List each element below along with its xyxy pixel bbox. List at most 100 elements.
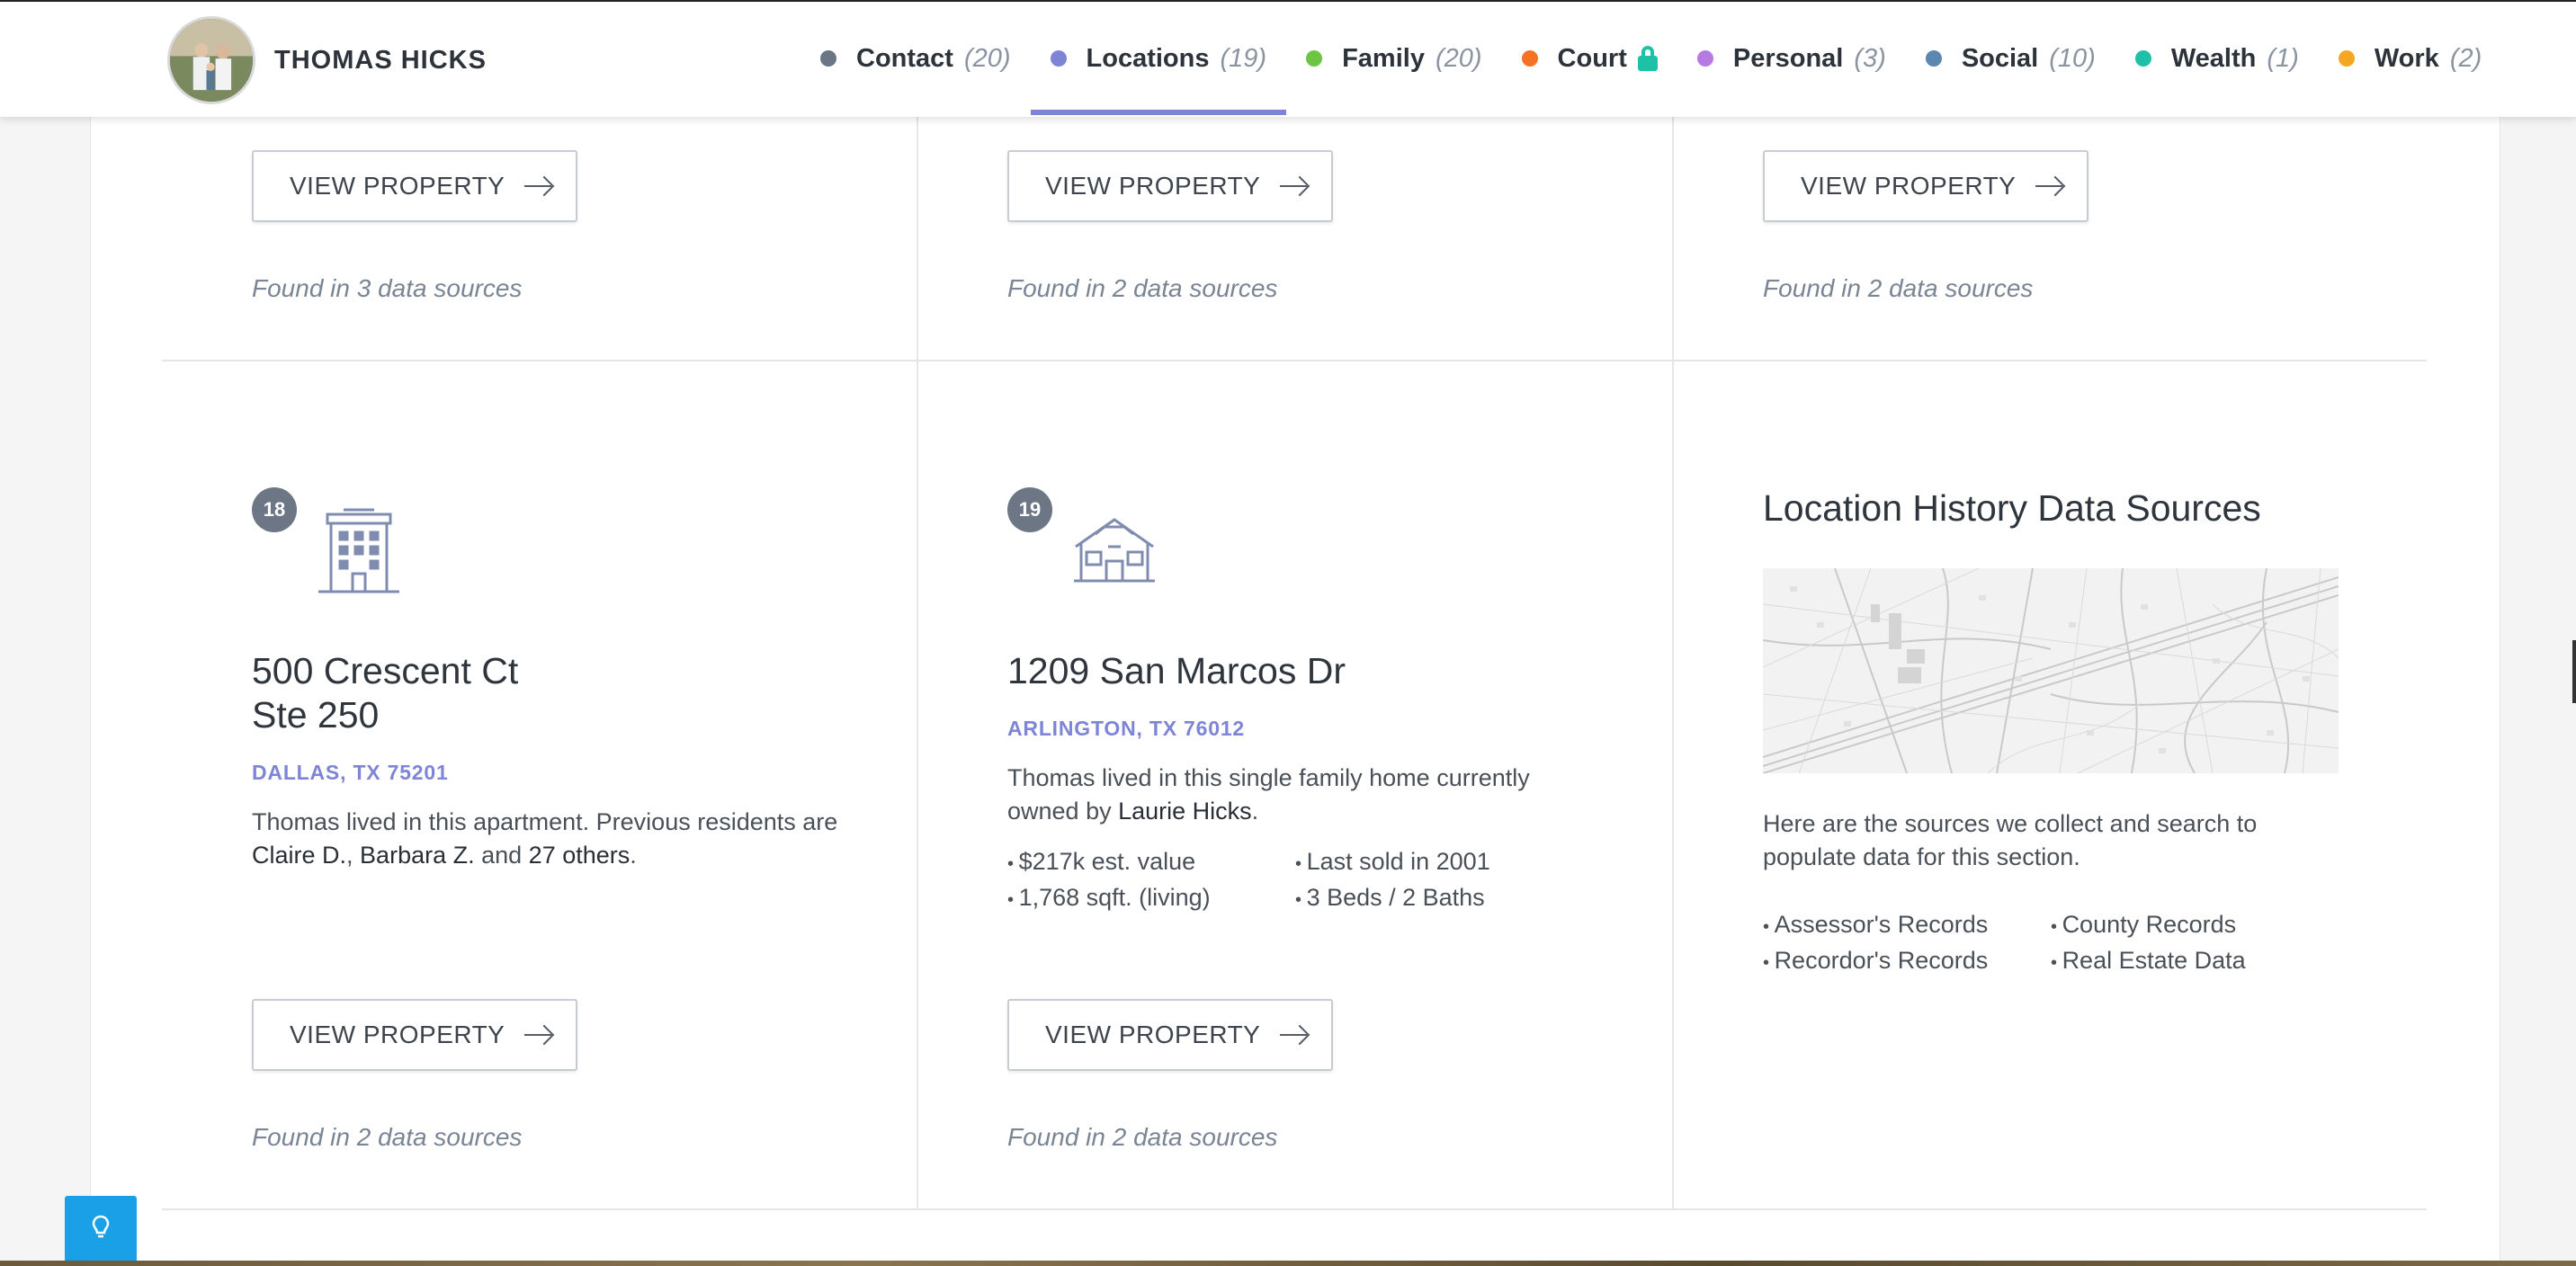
other-residents-link[interactable]: 27 others: [529, 842, 631, 869]
help-button[interactable]: [65, 1196, 137, 1266]
address-line2: Ste 250: [252, 694, 380, 736]
map-image: [1763, 568, 2339, 773]
family-dot-icon: [1306, 50, 1323, 67]
arrow-right-icon: [1280, 175, 1309, 197]
arrow-right-icon: [2035, 175, 2064, 197]
separator-text: ,: [346, 842, 361, 869]
fact-item: $217k est. value: [1007, 845, 1295, 881]
city-state-zip: DALLAS, TX 75201: [252, 761, 449, 784]
column-divider: [1672, 117, 1674, 1210]
tab-count: (20): [963, 43, 1011, 73]
data-sources-description: Here are the sources we collect and sear…: [1763, 810, 2258, 870]
view-property-button[interactable]: VIEW PROPERTY: [252, 150, 577, 222]
personal-dot-icon: [1696, 50, 1713, 67]
address-line1: 500 Crescent Ct: [252, 650, 519, 691]
tab-count: (19): [1220, 43, 1267, 73]
tab-family[interactable]: Family (20): [1286, 2, 1501, 115]
locations-dot-icon: [1050, 50, 1067, 67]
description-text: Thomas lived in this single family home …: [1007, 764, 1530, 825]
source-item: Recordor's Records: [1763, 944, 2051, 980]
social-dot-icon: [1925, 50, 1942, 67]
previous-resident[interactable]: Barbara Z.: [360, 842, 475, 869]
tab-label: Family: [1342, 43, 1425, 73]
tab-label: Personal: [1732, 43, 1844, 73]
bottom-edge: [0, 1261, 2576, 1266]
source-item: Real Estate Data: [2051, 944, 2285, 980]
location-number-badge: 18: [252, 487, 297, 532]
tab-count: (3): [1854, 43, 1886, 73]
tab-count: (10): [2049, 43, 2096, 73]
address-title[interactable]: 1209 San Marcos Dr: [1007, 649, 1346, 693]
data-sources-title: Location History Data Sources: [1763, 487, 2261, 529]
tab-count: (2): [2449, 43, 2482, 73]
avatar[interactable]: [167, 16, 255, 104]
property-owner[interactable]: Laurie Hicks: [1118, 798, 1252, 825]
category-nav: Contact (20) Locations (19) Family (20) …: [801, 2, 2501, 115]
data-sources-count: Found in 2 data sources: [1007, 1123, 1278, 1151]
tab-label: Contact: [856, 43, 953, 73]
lightbulb-icon: [92, 1215, 110, 1247]
person-name: THOMAS HICKS: [274, 46, 487, 75]
tab-count: (20): [1435, 43, 1482, 73]
view-property-button[interactable]: VIEW PROPERTY: [252, 999, 577, 1071]
description-text: Thomas lived in this apartment. Previous…: [252, 808, 838, 835]
previous-resident[interactable]: Claire D.: [252, 842, 346, 869]
arrow-right-icon: [524, 175, 553, 197]
tab-count: (1): [2267, 43, 2299, 73]
house-icon: [1072, 516, 1157, 589]
tab-contact[interactable]: Contact (20): [801, 2, 1031, 115]
button-label: VIEW PROPERTY: [1801, 172, 2017, 200]
data-sources-list: Assessor's Records County Records Record…: [1763, 908, 2285, 980]
source-item: County Records: [2051, 908, 2285, 944]
work-dot-icon: [2338, 50, 2355, 67]
tab-personal[interactable]: Personal (3): [1677, 2, 1906, 115]
tab-label: Locations: [1086, 43, 1210, 73]
tab-social[interactable]: Social (10): [1906, 2, 2115, 115]
tab-locations[interactable]: Locations (19): [1030, 2, 1287, 115]
button-label: VIEW PROPERTY: [1045, 172, 1261, 200]
tab-court[interactable]: Court: [1502, 2, 1677, 115]
description-end: .: [1251, 798, 1259, 825]
arrow-right-icon: [1280, 1024, 1309, 1046]
wealth-dot-icon: [2134, 50, 2151, 67]
page-margin-left: [0, 0, 90, 1266]
tab-work[interactable]: Work (2): [2319, 2, 2501, 115]
data-sources-count: Found in 2 data sources: [1007, 274, 1278, 302]
city-state-zip: ARLINGTON, TX 76012: [1007, 717, 1246, 740]
location-number-badge: 19: [1007, 487, 1052, 532]
source-item: Assessor's Records: [1763, 908, 2051, 944]
scrollbar-thumb[interactable]: [2572, 640, 2576, 703]
fact-item: 1,768 sqft. (living): [1007, 881, 1295, 917]
description-end: .: [630, 842, 637, 869]
profile-header: THOMAS HICKS Contact (20) Locations (19)…: [0, 0, 2576, 117]
button-label: VIEW PROPERTY: [290, 172, 505, 200]
button-label: VIEW PROPERTY: [290, 1021, 505, 1048]
fact-item: 3 Beds / 2 Baths: [1295, 881, 1529, 917]
button-label: VIEW PROPERTY: [1045, 1021, 1261, 1048]
address-title[interactable]: 500 Crescent Ct Ste 250: [252, 649, 518, 737]
tab-wealth[interactable]: Wealth (1): [2115, 2, 2319, 115]
column-divider: [917, 117, 918, 1210]
property-facts: $217k est. value Last sold in 2001 1,768…: [1007, 845, 1529, 917]
tab-label: Social: [1961, 43, 2039, 73]
contact-dot-icon: [820, 50, 836, 67]
row-divider: [162, 1208, 2427, 1210]
separator-text: and: [474, 842, 529, 869]
court-dot-icon: [1521, 50, 1538, 67]
data-sources-count: Found in 2 data sources: [252, 1123, 523, 1151]
data-sources-count: Found in 3 data sources: [252, 274, 523, 302]
fact-item: Last sold in 2001: [1295, 845, 1529, 881]
address-line1: 1209 San Marcos Dr: [1007, 650, 1346, 691]
lock-icon: [1637, 46, 1658, 71]
apartment-building-icon: [317, 507, 401, 598]
tab-label: Wealth: [2170, 43, 2257, 73]
location-description: Thomas lived in this single family home …: [1007, 762, 1601, 828]
tab-label: Work: [2374, 43, 2439, 73]
row-divider: [162, 360, 2427, 361]
data-sources-count: Found in 2 data sources: [1763, 274, 2034, 302]
view-property-button[interactable]: VIEW PROPERTY: [1007, 150, 1333, 222]
location-description: Thomas lived in this apartment. Previous…: [252, 806, 845, 872]
view-property-button[interactable]: VIEW PROPERTY: [1007, 999, 1333, 1071]
arrow-right-icon: [524, 1024, 553, 1046]
view-property-button[interactable]: VIEW PROPERTY: [1763, 150, 2089, 222]
